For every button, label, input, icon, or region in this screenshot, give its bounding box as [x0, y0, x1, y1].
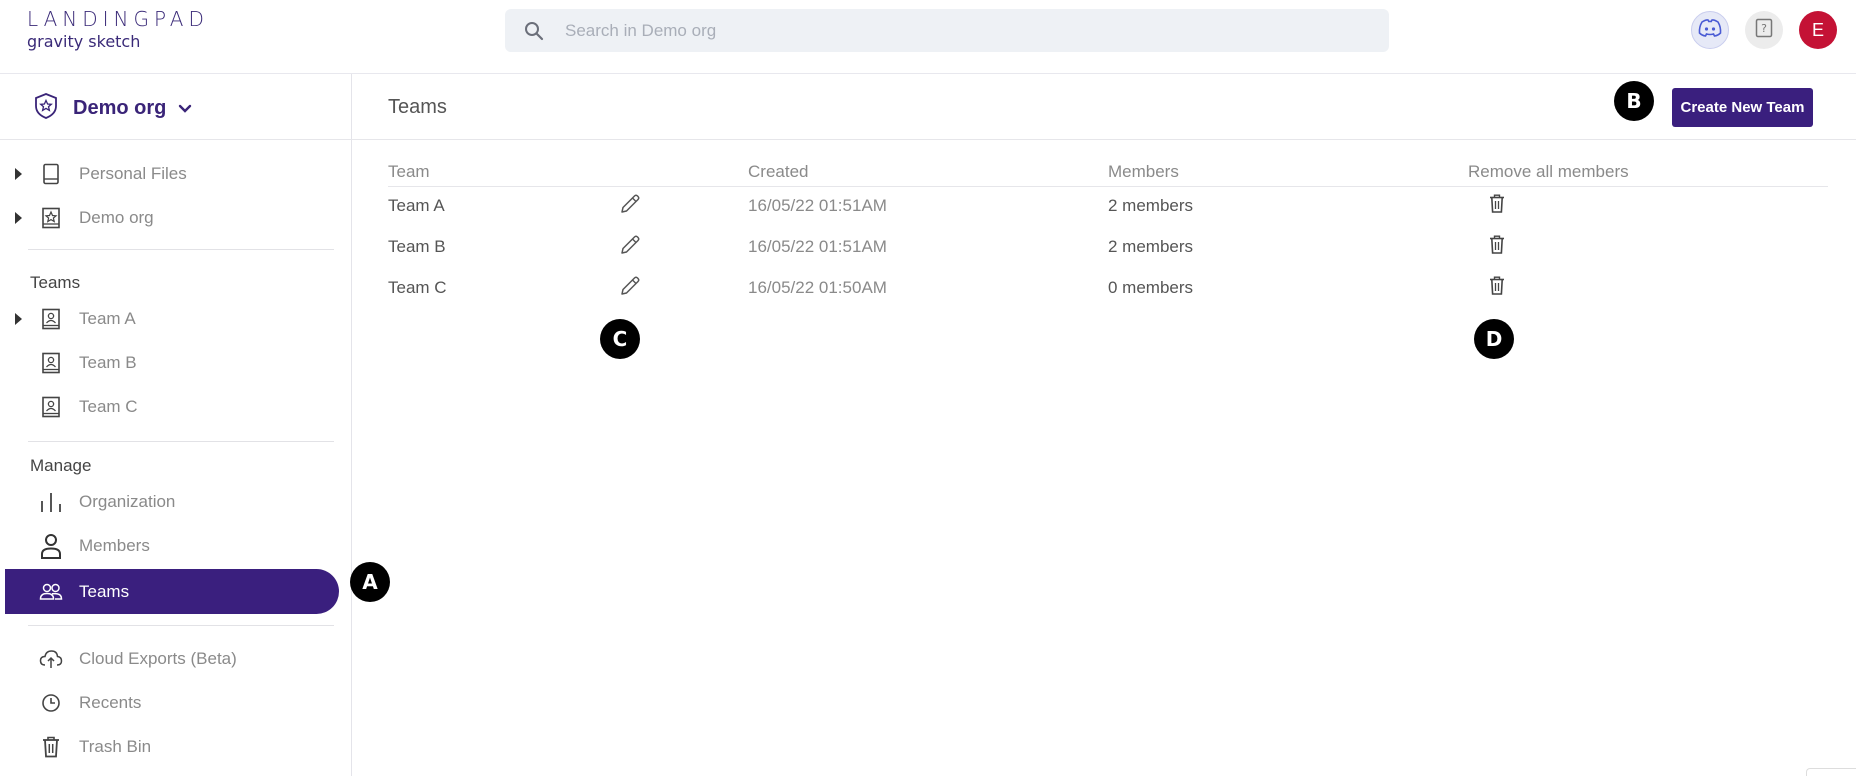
- member-count: 2 members: [1108, 237, 1194, 256]
- sidebar-item-label: Personal Files: [79, 164, 187, 183]
- created-date: 16/05/22 01:50AM: [748, 278, 887, 297]
- sidebar-item-label: Organization: [79, 492, 176, 511]
- caret-right-icon[interactable]: [15, 212, 22, 224]
- team-badge-icon: [39, 307, 63, 331]
- trash-icon: [1489, 194, 1505, 218]
- top-bar: LANDINGPAD gravity sketch ? E: [0, 0, 1856, 74]
- sidebar-item-team-b[interactable]: Team B: [5, 341, 339, 385]
- sidebar-item-label: Members: [79, 536, 150, 555]
- sidebar-item-demo-org[interactable]: Demo org: [5, 196, 339, 240]
- sidebar-item-team-a[interactable]: Team A: [5, 297, 339, 341]
- help-icon: ?: [1755, 18, 1773, 42]
- team-name: Team A: [388, 196, 445, 215]
- sidebar-heading-teams: Teams: [30, 273, 81, 292]
- sidebar-item-label: Cloud Exports (Beta): [79, 649, 237, 668]
- help-button[interactable]: ?: [1745, 11, 1783, 49]
- org-switcher[interactable]: Demo org: [33, 92, 192, 124]
- pencil-icon: [619, 234, 641, 261]
- caret-right-icon[interactable]: [15, 168, 22, 180]
- sidebar-item-label: Teams: [79, 581, 130, 601]
- sidebar-item-team-c[interactable]: Team C: [5, 385, 339, 429]
- sidebar: Demo org Personal Files Demo org Teams T…: [0, 74, 352, 776]
- column-header-remove-all-members: Remove all members: [1468, 162, 1629, 181]
- org-star-icon: [39, 206, 63, 230]
- team-name: Team C: [388, 278, 447, 297]
- sidebar-divider: [28, 625, 334, 626]
- table-row: Team A 16/05/22 01:51AM 2 members: [388, 186, 1828, 226]
- user-avatar[interactable]: E: [1799, 11, 1837, 49]
- table-row: Team C 16/05/22 01:50AM 0 members: [388, 268, 1828, 308]
- logo-subtitle: gravity sketch: [27, 32, 141, 51]
- created-date: 16/05/22 01:51AM: [748, 237, 887, 256]
- tablet-icon: [39, 162, 63, 186]
- create-new-team-button[interactable]: Create New Team: [1672, 88, 1813, 127]
- search-icon: [523, 20, 545, 42]
- chevron-down-icon: [178, 99, 192, 118]
- sidebar-item-trash-bin[interactable]: Trash Bin: [5, 725, 339, 769]
- remove-all-members-button[interactable]: [1483, 274, 1511, 302]
- team-badge-icon: [39, 351, 63, 375]
- logo[interactable]: LANDINGPAD gravity sketch: [27, 8, 209, 51]
- remove-all-members-button[interactable]: [1483, 192, 1511, 220]
- sidebar-item-label: Recents: [79, 693, 142, 712]
- sidebar-item-cloud-exports[interactable]: Cloud Exports (Beta): [5, 637, 339, 681]
- created-date: 16/05/22 01:51AM: [748, 196, 887, 215]
- team-badge-icon: [39, 395, 63, 419]
- sidebar-item-label: Team C: [79, 397, 138, 416]
- trash-icon: [39, 735, 63, 759]
- organization-icon: [39, 490, 63, 514]
- table-row: Team B 16/05/22 01:51AM 2 members: [388, 227, 1828, 267]
- clock-icon: [39, 691, 63, 715]
- search-bar: [505, 9, 1389, 52]
- callout-marker-b: B: [1614, 81, 1654, 121]
- edit-team-button[interactable]: [616, 274, 644, 302]
- column-header-created: Created: [748, 162, 809, 181]
- remove-all-members-button[interactable]: [1483, 233, 1511, 261]
- org-shield-icon: [33, 92, 59, 124]
- sidebar-item-organization[interactable]: Organization: [5, 480, 339, 524]
- corner-badge: [1806, 768, 1856, 776]
- sidebar-divider: [0, 139, 352, 140]
- callout-marker-c: C: [600, 319, 640, 359]
- cloud-upload-icon: [39, 647, 63, 671]
- edit-team-button[interactable]: [616, 192, 644, 220]
- sidebar-heading-manage: Manage: [30, 456, 92, 475]
- callout-marker-d: D: [1474, 319, 1514, 359]
- column-header-members: Members: [1108, 162, 1179, 181]
- trash-icon: [1489, 276, 1505, 300]
- sidebar-item-members[interactable]: Members: [5, 524, 339, 568]
- sidebar-item-label: Trash Bin: [79, 737, 152, 756]
- svg-text:?: ?: [1761, 22, 1767, 35]
- sidebar-item-label: Team A: [79, 309, 136, 328]
- member-count: 2 members: [1108, 196, 1194, 215]
- person-icon: [39, 534, 63, 559]
- sidebar-item-label: Team B: [79, 353, 137, 372]
- edit-team-button[interactable]: [616, 233, 644, 261]
- trash-icon: [1489, 235, 1505, 259]
- sidebar-item-teams[interactable]: Teams: [5, 569, 339, 614]
- search-input[interactable]: [565, 9, 1365, 52]
- member-count: 0 members: [1108, 278, 1194, 297]
- pencil-icon: [619, 193, 641, 220]
- sidebar-divider: [28, 249, 334, 250]
- sidebar-divider: [28, 441, 334, 442]
- column-header-team: Team: [388, 162, 430, 181]
- sidebar-item-recents[interactable]: Recents: [5, 681, 339, 725]
- logo-wordmark: LANDINGPAD: [27, 7, 209, 31]
- discord-button[interactable]: [1691, 11, 1729, 49]
- page-title: Teams: [388, 96, 447, 118]
- org-name: Demo org: [73, 96, 167, 119]
- team-name: Team B: [388, 237, 446, 256]
- caret-right-icon[interactable]: [15, 313, 22, 325]
- pencil-icon: [619, 275, 641, 302]
- discord-icon: [1698, 18, 1722, 42]
- sidebar-item-label: Demo org: [79, 208, 154, 227]
- callout-marker-a: A: [350, 562, 390, 602]
- sidebar-item-personal-files[interactable]: Personal Files: [5, 152, 339, 196]
- people-icon: [39, 580, 63, 604]
